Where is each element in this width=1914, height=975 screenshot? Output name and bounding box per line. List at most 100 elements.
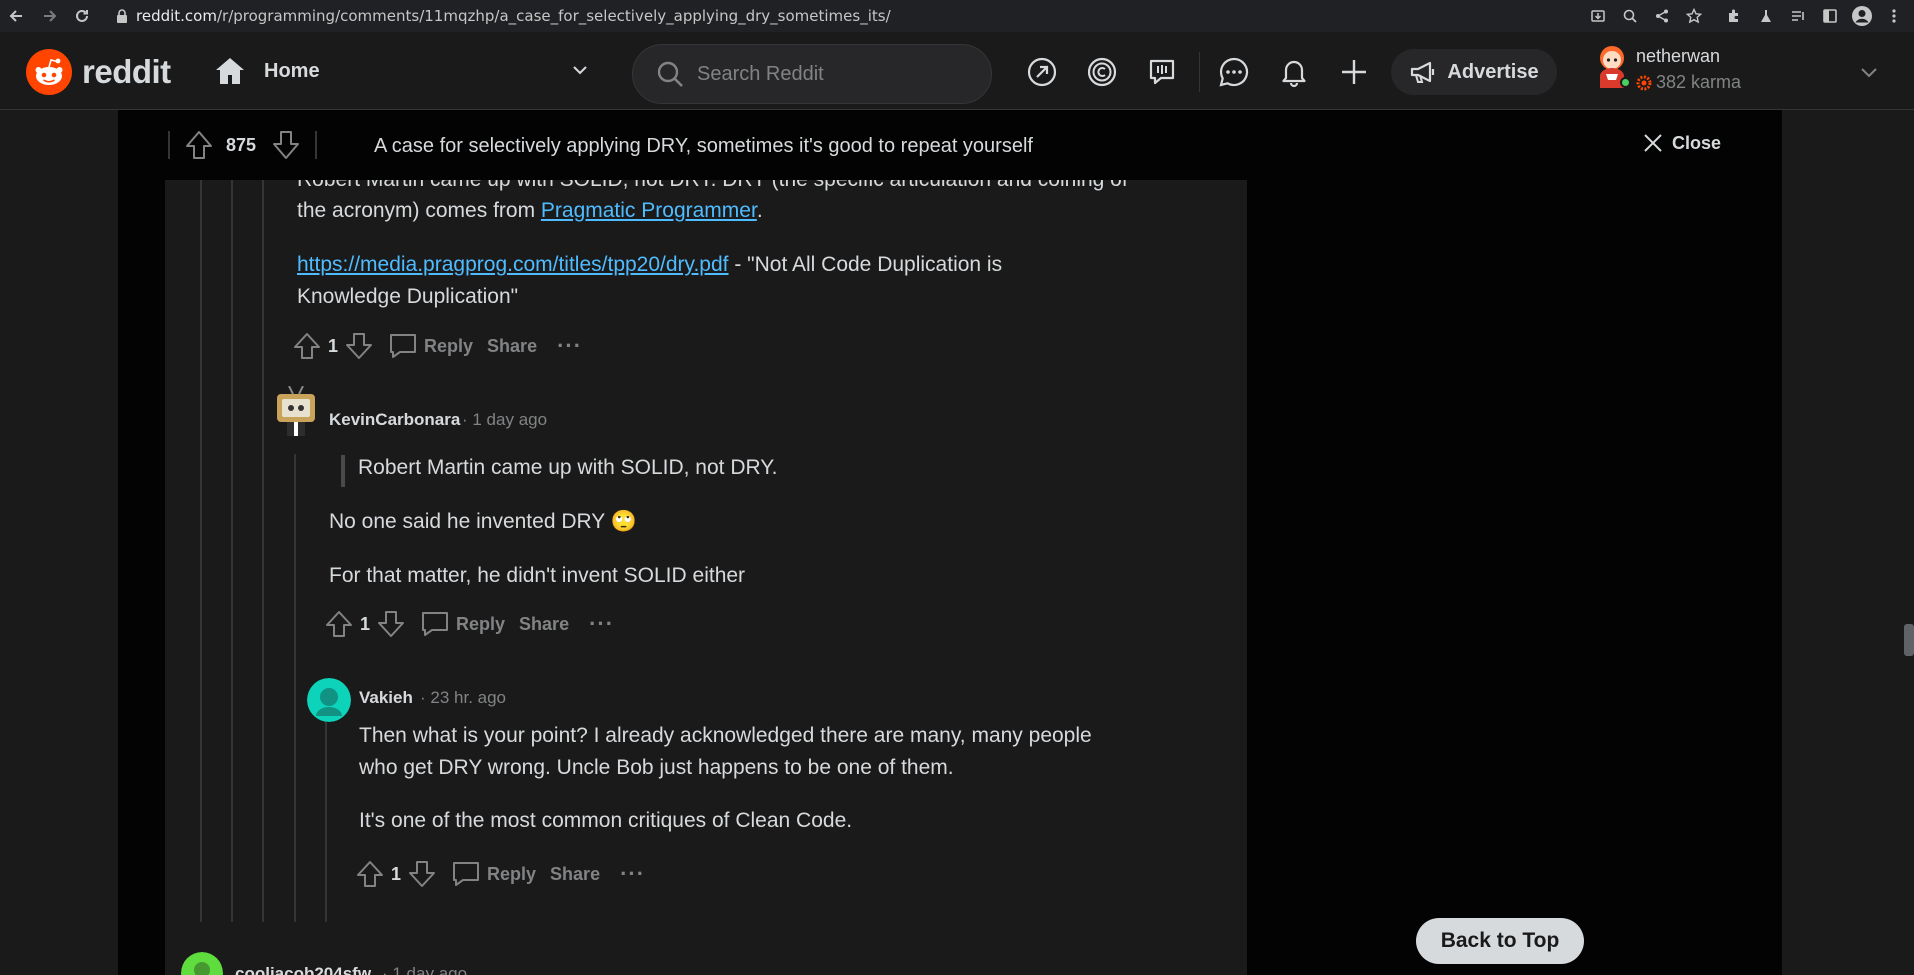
comment-bubble-icon bbox=[422, 612, 449, 636]
comment-author[interactable]: Vakieh bbox=[359, 688, 413, 708]
comment-score: 1 bbox=[360, 613, 371, 634]
blockquote-bar bbox=[341, 455, 345, 487]
comment-actions: 1 Reply Share ··· bbox=[355, 857, 645, 891]
reply-button[interactable]: Reply bbox=[451, 860, 536, 888]
pragmatic-programmer-link[interactable]: Pragmatic Programmer bbox=[541, 199, 757, 222]
post-sticky-bar: 875 A case for selectively applying DRY,… bbox=[118, 110, 1782, 180]
dry-pdf-link[interactable]: https://media.pragprog.com/titles/tpp20/… bbox=[297, 253, 729, 276]
upvote-icon[interactable] bbox=[292, 331, 322, 361]
comment-text: Then what is your point? I already ackno… bbox=[359, 724, 1092, 747]
downvote-icon[interactable] bbox=[344, 331, 374, 361]
comment-author[interactable]: KevinCarbonara bbox=[329, 410, 460, 430]
comment-bubble-icon bbox=[390, 334, 417, 358]
notification-bell-icon[interactable] bbox=[1276, 54, 1312, 90]
downvote-icon[interactable] bbox=[376, 609, 406, 639]
chevron-down-icon bbox=[573, 66, 587, 75]
search-bar[interactable] bbox=[632, 44, 992, 104]
popular-icon[interactable] bbox=[1024, 54, 1060, 90]
back-to-top-button[interactable]: Back to Top bbox=[1416, 918, 1584, 964]
karma-label: 382 karma bbox=[1656, 72, 1742, 92]
bookmark-star-icon[interactable] bbox=[1680, 2, 1708, 30]
upvote-icon[interactable] bbox=[184, 129, 214, 161]
share-button[interactable]: Share bbox=[487, 336, 537, 357]
lock-icon[interactable] bbox=[116, 9, 128, 28]
comment-actions: 1 Reply Share ··· bbox=[292, 329, 582, 363]
menu-kebab-icon[interactable] bbox=[1880, 2, 1908, 30]
advertise-button[interactable]: Advertise bbox=[1391, 49, 1557, 95]
comment-text: Robert Martin came up with SOLID, not DR… bbox=[297, 180, 1128, 196]
thread-line[interactable] bbox=[231, 180, 233, 922]
downvote-icon[interactable] bbox=[407, 859, 437, 889]
reddit-wordmark: reddit bbox=[82, 53, 171, 90]
thread-line[interactable] bbox=[262, 180, 264, 922]
comment-score: 1 bbox=[328, 335, 339, 356]
extensions-icon[interactable] bbox=[1720, 2, 1748, 30]
username: netherwan bbox=[1636, 46, 1721, 66]
share-button[interactable]: Share bbox=[519, 614, 569, 635]
comment-author[interactable]: cooljacob204sfw bbox=[235, 964, 371, 975]
comment-text: Knowledge Duplication" bbox=[297, 285, 519, 308]
more-options-button[interactable]: ··· bbox=[620, 861, 645, 887]
megaphone-icon bbox=[1411, 61, 1435, 83]
url-path: /r/programming/comments/11mqzhp/a_case_f… bbox=[216, 7, 891, 25]
back-arrow-icon[interactable] bbox=[2, 2, 30, 30]
reload-icon[interactable] bbox=[68, 2, 96, 30]
karma-flower-icon bbox=[1636, 75, 1652, 90]
user-avatar[interactable] bbox=[275, 386, 317, 436]
comment-text: https://media.pragprog.com/titles/tpp20/… bbox=[297, 249, 1002, 281]
comment-quote: Robert Martin came up with SOLID, not DR… bbox=[358, 456, 778, 479]
reading-list-icon[interactable] bbox=[1784, 2, 1812, 30]
comment-text: who get DRY wrong. Uncle Bob just happen… bbox=[359, 756, 954, 779]
profile-icon[interactable] bbox=[1848, 2, 1876, 30]
search-input[interactable] bbox=[697, 62, 957, 86]
user-avatar[interactable] bbox=[181, 952, 223, 975]
coins-icon[interactable] bbox=[1084, 54, 1120, 90]
overlay-backdrop-right[interactable] bbox=[1782, 110, 1914, 975]
close-icon bbox=[1644, 134, 1662, 152]
advertise-label: Advertise bbox=[1447, 60, 1539, 83]
share-label: Share bbox=[487, 335, 538, 356]
reply-label: Reply bbox=[487, 863, 537, 884]
online-status-dot bbox=[1620, 77, 1631, 88]
user-menu[interactable]: netherwan 382 karma bbox=[1592, 44, 1902, 100]
upvote-icon[interactable] bbox=[324, 609, 354, 639]
home-icon bbox=[216, 58, 244, 84]
upvote-icon[interactable] bbox=[355, 859, 385, 889]
scrollbar-thumb[interactable] bbox=[1904, 624, 1914, 656]
address-bar[interactable]: reddit.com/r/programming/comments/11mqzh… bbox=[136, 7, 891, 25]
create-post-plus-icon[interactable] bbox=[1336, 54, 1372, 90]
talk-icon[interactable] bbox=[1144, 54, 1180, 90]
forward-arrow-icon[interactable] bbox=[36, 2, 64, 30]
karma-count: 382 karma bbox=[1636, 72, 1741, 93]
reply-label: Reply bbox=[424, 335, 474, 356]
more-options-button[interactable]: ··· bbox=[557, 333, 582, 359]
install-icon[interactable] bbox=[1584, 2, 1612, 30]
reply-button[interactable]: Reply bbox=[420, 610, 505, 638]
bar-divider bbox=[315, 131, 317, 159]
comment-timestamp[interactable]: · 1 day ago bbox=[382, 964, 467, 975]
side-panel-icon[interactable] bbox=[1816, 2, 1844, 30]
post-title: A case for selectively applying DRY, som… bbox=[374, 135, 1033, 157]
thread-line[interactable] bbox=[325, 718, 327, 922]
overlay-backdrop-left[interactable] bbox=[0, 110, 118, 975]
share-icon[interactable] bbox=[1648, 2, 1676, 30]
url-host: reddit.com bbox=[136, 7, 217, 25]
close-button[interactable]: Close bbox=[1642, 132, 1721, 154]
reply-button[interactable]: Reply bbox=[388, 332, 473, 360]
user-avatar[interactable] bbox=[307, 678, 351, 722]
downvote-icon[interactable] bbox=[271, 129, 301, 161]
comment-text-suffix: . bbox=[756, 199, 763, 222]
comment-timestamp[interactable]: · 1 day ago bbox=[462, 410, 547, 430]
share-button[interactable]: Share bbox=[550, 864, 600, 885]
reddit-logo[interactable]: reddit bbox=[26, 49, 171, 95]
zoom-icon[interactable] bbox=[1616, 2, 1644, 30]
thread-line[interactable] bbox=[294, 454, 296, 922]
reddit-snoo-icon bbox=[26, 49, 72, 95]
comment-timestamp[interactable]: · 23 hr. ago bbox=[420, 688, 506, 708]
home-dropdown[interactable]: Home bbox=[214, 50, 594, 92]
more-options-button[interactable]: ··· bbox=[589, 611, 614, 637]
labs-flask-icon[interactable] bbox=[1752, 2, 1780, 30]
thread-line[interactable] bbox=[200, 180, 202, 922]
comment-text-suffix: - "Not All Code Duplication is bbox=[728, 253, 1003, 276]
chat-icon[interactable] bbox=[1216, 54, 1252, 90]
